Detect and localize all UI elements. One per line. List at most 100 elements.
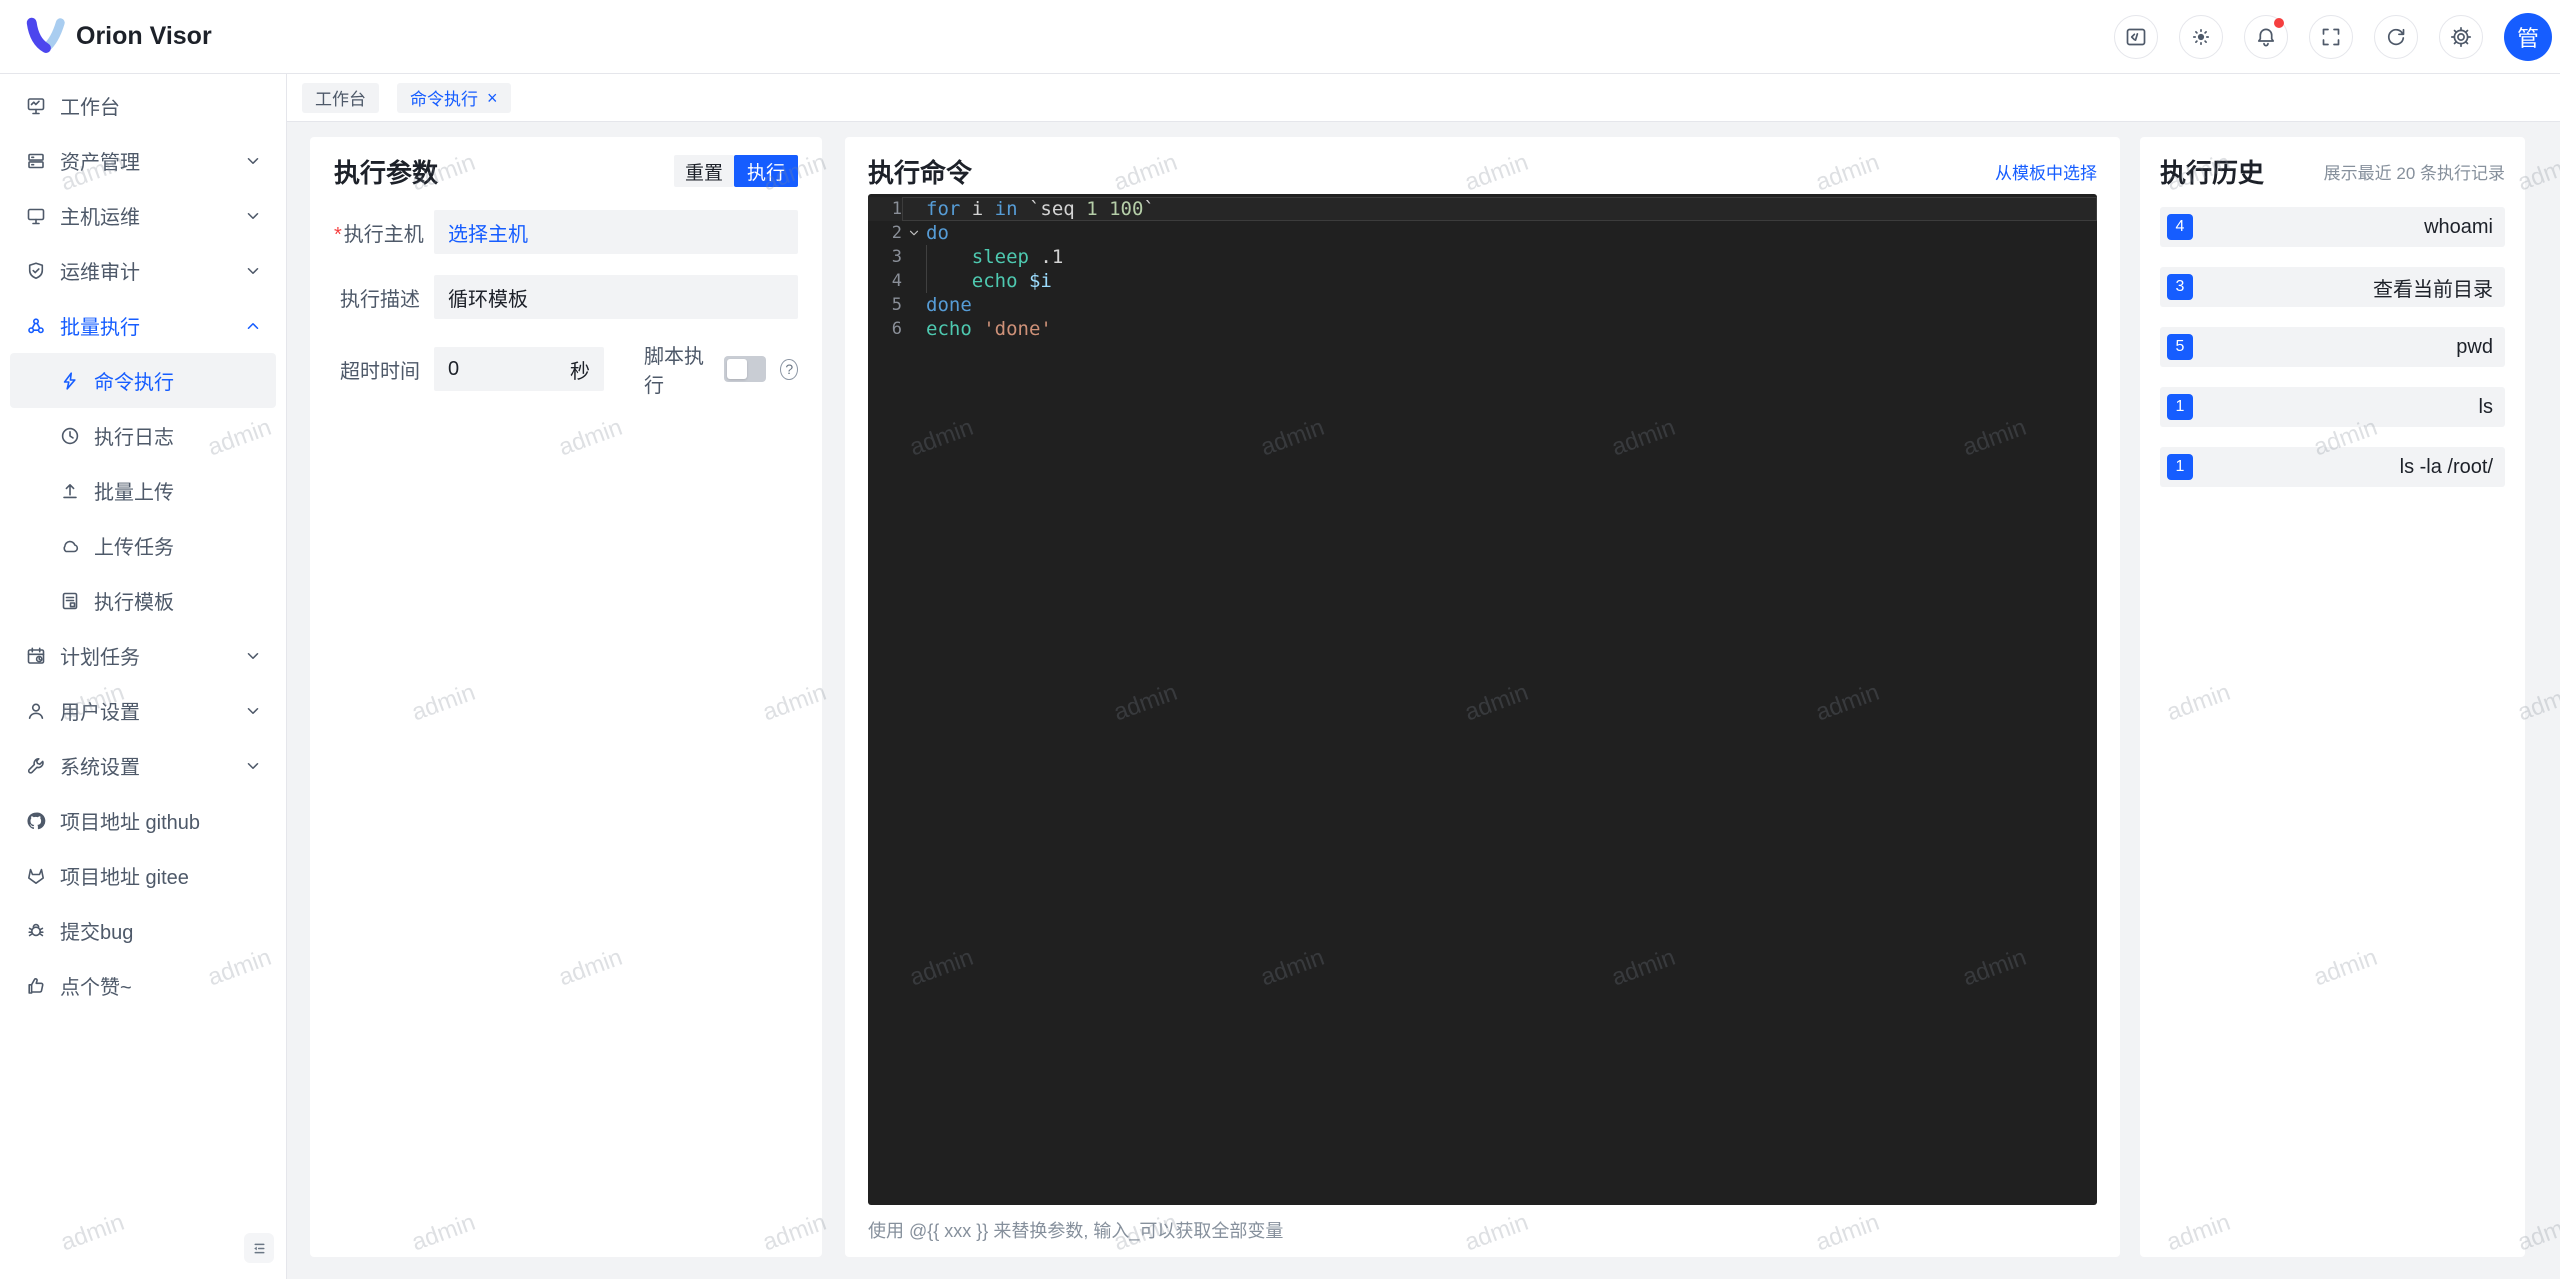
refresh-button[interactable] (2374, 15, 2418, 59)
sidebar-item-exec-log[interactable]: 执行日志 (10, 408, 276, 463)
sidebar-item-batch-exec[interactable]: 批量执行 (10, 298, 276, 353)
sidebar-item-label: 项目地址 gitee (60, 867, 189, 889)
reset-button[interactable]: 重置 (673, 155, 734, 187)
params-panel-title: 执行参数 (334, 157, 439, 188)
fold-gutter (902, 293, 926, 317)
description-input[interactable]: 循环模板 (434, 275, 798, 319)
code-editor[interactable]: 1 for i in `seq 1 100` 2 do 3 sleep .1 4 echo… (868, 194, 2097, 1205)
fold-gutter (902, 269, 926, 293)
chevron-down-icon (244, 647, 262, 665)
script-exec-toggle[interactable] (723, 356, 767, 382)
host-field-row: * 执行主机 选择主机 (334, 210, 798, 254)
host-select[interactable]: 选择主机 (434, 210, 798, 254)
tab-label: 命令执行 (410, 90, 478, 109)
app-title: Orion Visor (76, 22, 212, 50)
header-actions: 管 (2114, 0, 2552, 74)
settings-button[interactable] (2439, 15, 2483, 59)
sidebar-item-label: 资产管理 (60, 152, 140, 174)
notifications-button[interactable] (2244, 15, 2288, 59)
line-number: 4 (891, 271, 902, 291)
chevron-down-icon (244, 152, 262, 170)
command-panel-title: 执行命令 (868, 157, 973, 188)
app-logo-icon (26, 17, 65, 53)
sidebar-item-ops-audit[interactable]: 运维审计 (10, 243, 276, 298)
sidebar-item-label: 执行模板 (94, 592, 174, 614)
sidebar-item-label: 用户设置 (60, 702, 140, 724)
timeout-unit: 秒 (570, 360, 590, 383)
sidebar-item-label: 主机运维 (60, 207, 140, 229)
help-icon[interactable]: ? (780, 358, 799, 380)
sidebar-item-label: 批量执行 (60, 317, 140, 339)
upload-icon (60, 481, 80, 501)
theme-toggle-button[interactable] (2179, 15, 2223, 59)
sidebar-item-assets[interactable]: 资产管理 (10, 133, 276, 188)
history-item[interactable]: 3 查看当前目录 (2160, 267, 2505, 307)
sidebar-item-like[interactable]: 点个赞~ (10, 958, 276, 1013)
tab-command-exec[interactable]: 命令执行 × (397, 82, 511, 113)
sidebar-item-exec-template[interactable]: 执行模板 (10, 573, 276, 628)
sidebar-item-batch-upload[interactable]: 批量上传 (10, 463, 276, 518)
clock-icon (60, 426, 80, 446)
toggle-knob (726, 359, 747, 379)
tab-workbench[interactable]: 工作台 (302, 82, 379, 113)
history-command: ls -la /root/ (2399, 455, 2493, 478)
params-actions: 重置 执行 (673, 155, 798, 187)
fold-chevron-icon[interactable] (902, 221, 926, 245)
sidebar-item-host-ops[interactable]: 主机运维 (10, 188, 276, 243)
sidebar-item-upload-task[interactable]: 上传任务 (10, 518, 276, 573)
history-list: 4 whoami 3 查看当前目录 5 pwd 1 ls 1 ls -la /root/ (2160, 207, 2505, 487)
fold-gutter (902, 245, 926, 269)
editor-hint: 使用 @{{ xxx }} 来替换参数, 输入_可以获取全部变量 (868, 1221, 1284, 1241)
sidebar-item-label: 计划任务 (60, 647, 140, 669)
sidebar-item-label: 提交bug (60, 922, 134, 944)
fullscreen-icon (2322, 28, 2340, 46)
history-count-badge: 1 (2167, 394, 2193, 420)
select-from-template-link[interactable]: 从模板中选择 (1995, 159, 2097, 184)
script-exec-label: 脚本执行 (644, 346, 704, 397)
code-text: sleep .1 (971, 246, 1064, 268)
user-icon (26, 701, 46, 721)
sidebar-item-command-exec[interactable]: 命令执行 (10, 353, 276, 408)
sidebar-item-gitee[interactable]: 项目地址 gitee (10, 848, 276, 903)
sidebar-item-user-settings[interactable]: 用户设置 (10, 683, 276, 738)
history-item[interactable]: 5 pwd (2160, 327, 2505, 367)
sidebar-item-system-settings[interactable]: 系统设置 (10, 738, 276, 793)
timeout-input[interactable]: 0 秒 (434, 347, 604, 391)
app-header: Orion Visor 管 (0, 0, 2560, 74)
sidebar-item-label: 项目地址 github (60, 812, 201, 834)
sidebar-item-label: 执行日志 (94, 427, 174, 449)
required-mark: * (334, 223, 342, 246)
sidebar-collapse-button[interactable] (244, 1233, 274, 1263)
menu-fold-icon (253, 1243, 265, 1253)
line-number: 3 (891, 247, 902, 267)
history-count-badge: 4 (2167, 214, 2193, 240)
notification-dot (2274, 18, 2284, 28)
history-item[interactable]: 1 ls (2160, 387, 2505, 427)
history-command: ls (2478, 395, 2493, 418)
history-item[interactable]: 4 whoami (2160, 207, 2505, 247)
sidebar-item-report-bug[interactable]: 提交bug (10, 903, 276, 958)
sidebar-item-label: 工作台 (60, 97, 120, 119)
select-host-link[interactable]: 选择主机 (448, 218, 528, 247)
sidebar-item-github[interactable]: 项目地址 github (10, 793, 276, 848)
sidebar-item-scheduled-task[interactable]: 计划任务 (10, 628, 276, 683)
code-text: echo 'done' (926, 318, 1052, 340)
wrench-icon (26, 756, 46, 776)
execute-button[interactable]: 执行 (733, 155, 798, 187)
code-box-button[interactable] (2114, 15, 2158, 59)
avatar[interactable]: 管 (2504, 13, 2552, 61)
line-number: 2 (891, 223, 902, 243)
history-item[interactable]: 1 ls -la /root/ (2160, 447, 2505, 487)
code-text: echo $i (971, 270, 1052, 292)
thumb-icon (26, 976, 46, 996)
description-value: 循环模板 (448, 288, 528, 311)
sidebar-item-workbench[interactable]: 工作台 (10, 78, 276, 133)
fullscreen-button[interactable] (2309, 15, 2353, 59)
history-count-badge: 3 (2167, 274, 2193, 300)
description-field-label: 执行描述 (340, 288, 420, 311)
line-number: 5 (891, 295, 902, 315)
tab-bar: 工作台 命令执行 × (287, 74, 2560, 122)
tab-close-icon[interactable]: × (487, 89, 498, 107)
timeout-value: 0 (448, 357, 460, 380)
sidebar: 工作台资产管理主机运维运维审计批量执行命令执行执行日志批量上传 上传任务执行模板计… (0, 74, 287, 1279)
